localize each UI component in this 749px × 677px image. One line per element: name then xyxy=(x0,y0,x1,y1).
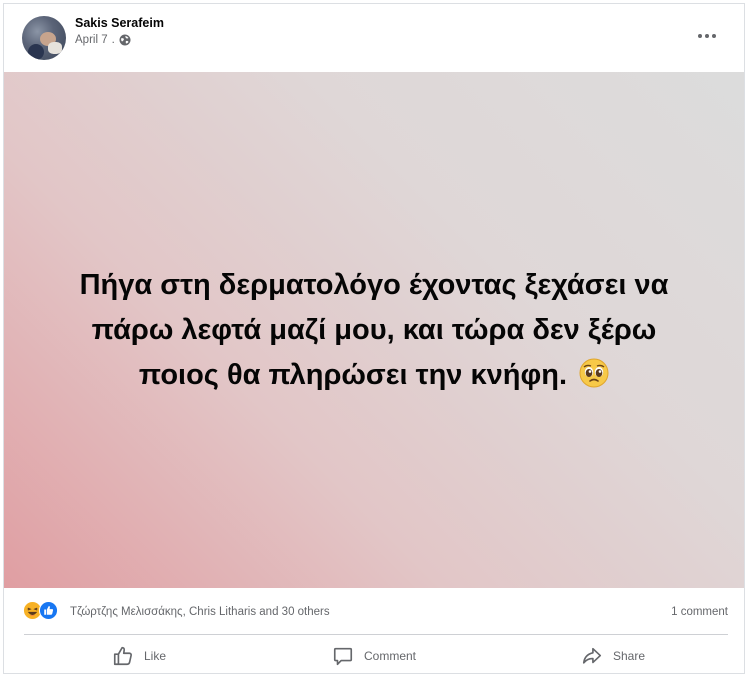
more-icon xyxy=(698,34,716,38)
comment-icon xyxy=(333,647,353,666)
more-options-button[interactable] xyxy=(696,28,718,44)
post-card: Sakis Serafeim April 7 . Πήγα στη δερματ… xyxy=(3,3,745,674)
post-header: Sakis Serafeim April 7 . xyxy=(4,4,744,72)
comment-button[interactable]: Comment xyxy=(332,641,416,671)
post-text: Πήγα στη δερματολόγο έχοντας ξεχάσει να … xyxy=(24,263,724,398)
thumbs-up-icon xyxy=(113,646,132,666)
post-actions: Like Comment Share xyxy=(4,635,744,675)
share-label: Share xyxy=(613,649,646,663)
share-button[interactable]: Share xyxy=(581,641,645,671)
like-label: Like xyxy=(144,649,167,663)
globe-icon[interactable] xyxy=(119,34,131,46)
like-icon xyxy=(39,601,58,620)
author-name[interactable]: Sakis Serafeim xyxy=(75,16,164,30)
reactions-bar: Τζώρτζης Μελισσάκης, Chris Litharis and … xyxy=(4,588,744,634)
author-avatar[interactable] xyxy=(22,16,66,60)
reaction-icons[interactable] xyxy=(23,601,58,620)
comment-label: Comment xyxy=(364,649,417,663)
post-text-background: Πήγα στη δερματολόγο έχοντας ξεχάσει να … xyxy=(4,72,744,588)
post-text-line-1: Πήγα στη δερματολόγο έχοντας ξεχάσει να xyxy=(79,268,669,301)
post-text-line-2: πάρω λεφτά μαζί μου, και τώρα δεν ξέρω xyxy=(91,313,657,346)
post-meta: April 7 . xyxy=(75,34,131,46)
post-date[interactable]: April 7 xyxy=(75,34,108,46)
meta-separator: . xyxy=(111,34,115,46)
post-text-line-3: ποιος θα πληρώσει την κνήφη. xyxy=(138,358,567,391)
share-icon xyxy=(582,647,602,664)
like-button[interactable]: Like xyxy=(112,641,166,671)
pleading-face-icon xyxy=(579,358,609,387)
reaction-names[interactable]: Τζώρτζης Μελισσάκης, Chris Litharis and … xyxy=(70,606,330,618)
comments-count[interactable]: 1 comment xyxy=(671,606,728,618)
